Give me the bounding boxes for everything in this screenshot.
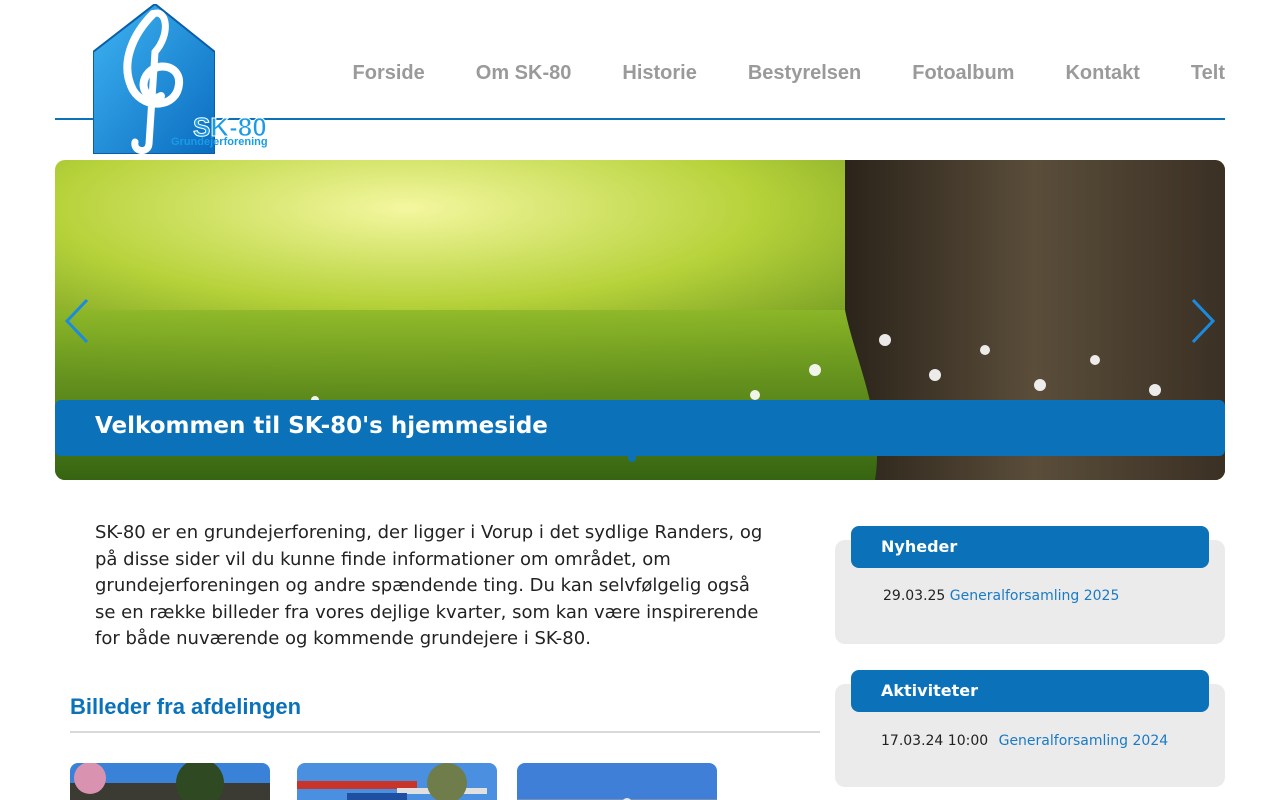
gallery-title: Billeder fra afdelingen xyxy=(70,694,302,719)
gallery-thumbnail[interactable] xyxy=(517,763,717,800)
chevron-right-icon[interactable] xyxy=(1187,298,1217,344)
nav-item-historie[interactable]: Historie xyxy=(622,62,696,85)
chevron-left-icon[interactable] xyxy=(63,298,93,344)
site-header: SK-80 Grundejerforening Forside Om SK-80… xyxy=(55,0,1225,154)
news-date: 29.03.25 xyxy=(883,588,946,604)
nav-item-bestyrelsen[interactable]: Bestyrelsen xyxy=(748,62,861,85)
news-header: Nyheder xyxy=(851,526,1209,568)
logo-subtitle: Grundejerforening xyxy=(171,136,268,148)
slide-caption-text: Velkommen til SK-80's hjemmeside xyxy=(95,413,548,439)
news-title: Nyheder xyxy=(881,537,958,556)
slide-caption: Velkommen til SK-80's hjemmeside xyxy=(55,400,1225,456)
activities-header: Aktiviteter xyxy=(851,670,1209,712)
news-item: 29.03.25 Generalforsamling 2025 xyxy=(883,588,1119,604)
site-logo[interactable]: SK-80 Grundejerforening xyxy=(93,4,277,154)
gallery-thumbnail[interactable] xyxy=(70,763,270,800)
slider-dot-active[interactable] xyxy=(628,454,636,462)
main-nav: Forside Om SK-80 Historie Bestyrelsen Fo… xyxy=(302,62,1225,85)
news-box: Nyheder 29.03.25 Generalforsamling 2025 xyxy=(835,526,1225,644)
nav-item-kontakt[interactable]: Kontakt xyxy=(1065,62,1139,85)
nav-item-telt[interactable]: Telt xyxy=(1191,62,1225,85)
nav-item-forside[interactable]: Forside xyxy=(353,62,425,85)
gallery-divider xyxy=(70,731,820,733)
intro-text: SK-80 er en grundejerforening, der ligge… xyxy=(95,522,763,649)
activities-box: Aktiviteter 17.03.24 10:00 Generalforsam… xyxy=(835,670,1225,787)
nav-item-fotoalbum[interactable]: Fotoalbum xyxy=(912,62,1014,85)
gallery-thumbnail[interactable] xyxy=(297,763,497,800)
activities-title: Aktiviteter xyxy=(881,681,978,700)
activity-date: 17.03.24 10:00 xyxy=(881,733,989,749)
activity-item: 17.03.24 10:00 Generalforsamling 2024 xyxy=(881,733,1168,749)
hero-slider: Velkommen til SK-80's hjemmeside xyxy=(55,160,1225,480)
activity-link[interactable]: Generalforsamling 2024 xyxy=(999,733,1169,749)
nav-item-om-sk-80[interactable]: Om SK-80 xyxy=(476,62,572,85)
news-link[interactable]: Generalforsamling 2025 xyxy=(950,588,1120,604)
